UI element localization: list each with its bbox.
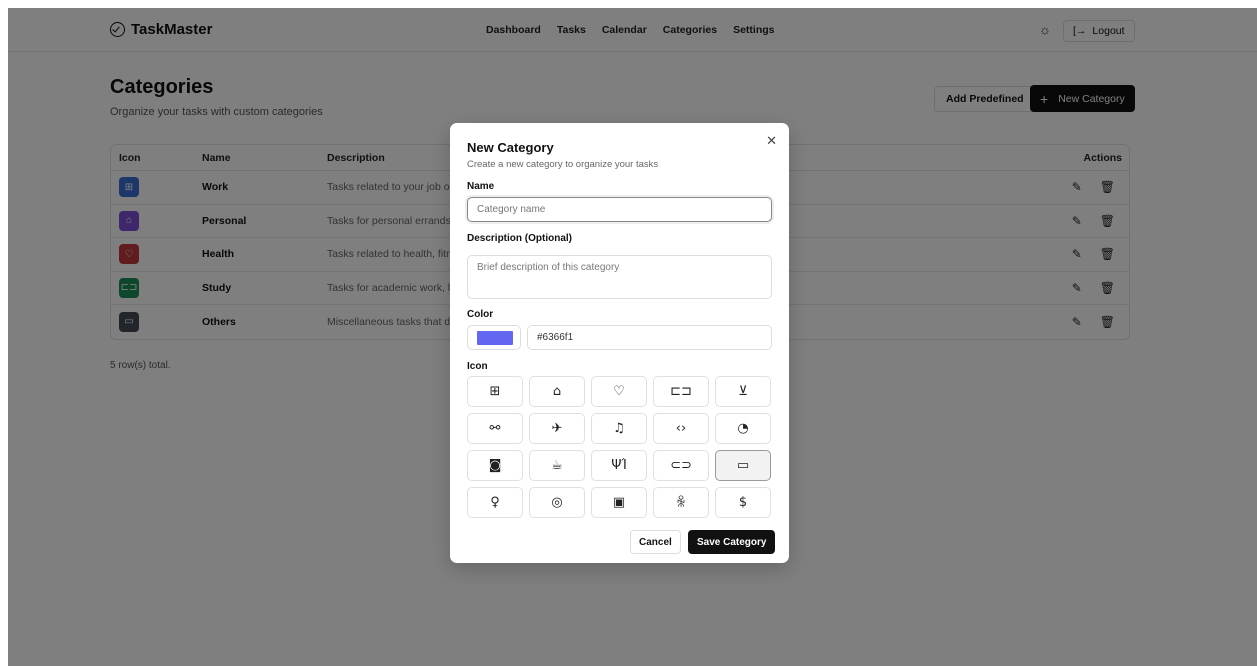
icon-option-lightbulb[interactable]: ♀	[467, 487, 523, 518]
icon-option-coffee[interactable]: ☕	[529, 450, 585, 481]
icon-option-music[interactable]: ♫	[591, 413, 647, 444]
new-category-dialog: ✕ New Category Create a new category to …	[450, 123, 789, 563]
icon-option-folder[interactable]: ▭	[715, 450, 771, 481]
music-icon: ♫	[613, 421, 625, 436]
dialog-title: New Category	[467, 140, 554, 155]
shopping-cart-icon: ⊻	[738, 384, 748, 399]
color-hex-input[interactable]	[527, 325, 772, 350]
house-icon: ⌂	[552, 384, 562, 399]
heart-icon: ♡	[613, 384, 625, 399]
color-swatch-fill	[477, 331, 513, 345]
palette-icon: ◔	[737, 421, 749, 436]
color-picker[interactable]	[467, 325, 521, 350]
utensils-icon: ΨΊ	[611, 458, 627, 473]
target-icon: ◎	[551, 495, 563, 510]
dumbbell-icon: ⚯	[489, 421, 501, 436]
icon-picker-grid: ⊞ ⌂ ♡ ⊏⊐ ⊻ ⚯ ✈ ♫ ‹› ◔ ◙ ☕ ΨΊ ⊂⊃ ▭ ♀ ◎ ▣ ꆜ $	[467, 376, 772, 518]
icon-option-palette[interactable]: ◔	[715, 413, 771, 444]
plane-icon: ✈	[551, 421, 563, 436]
icon-option-shopping-cart[interactable]: ⊻	[715, 376, 771, 407]
description-label: Description (Optional)	[467, 233, 572, 244]
calendar-icon: ▣	[612, 495, 626, 510]
camera-icon: ◙	[488, 458, 502, 473]
icon-option-target[interactable]: ◎	[529, 487, 585, 518]
icon-option-briefcase[interactable]: ⊞	[467, 376, 523, 407]
lightbulb-icon: ♀	[490, 495, 500, 510]
car-icon: ⊂⊃	[670, 458, 692, 473]
book-open-icon: ⊏⊐	[670, 384, 692, 399]
briefcase-icon: ⊞	[489, 384, 501, 399]
icon-option-house[interactable]: ⌂	[529, 376, 585, 407]
icon-option-plane[interactable]: ✈	[529, 413, 585, 444]
icon-option-dumbbell[interactable]: ⚯	[467, 413, 523, 444]
icon-option-code[interactable]: ‹›	[653, 413, 709, 444]
coffee-icon: ☕	[551, 458, 563, 473]
icon-option-dollar[interactable]: $	[715, 487, 771, 518]
category-description-input[interactable]	[467, 255, 772, 299]
icon-option-car[interactable]: ⊂⊃	[653, 450, 709, 481]
code-icon: ‹›	[675, 421, 687, 436]
icon-option-heart[interactable]: ♡	[591, 376, 647, 407]
icon-label: Icon	[467, 361, 488, 372]
close-icon[interactable]: ✕	[766, 133, 777, 149]
dollar-icon: $	[738, 495, 748, 510]
app-window: TaskMaster Dashboard Tasks Calendar Cate…	[8, 8, 1257, 666]
category-name-input[interactable]	[467, 197, 772, 222]
icon-option-book-open[interactable]: ⊏⊐	[653, 376, 709, 407]
icon-option-camera[interactable]: ◙	[467, 450, 523, 481]
users-icon: ꆜ	[675, 496, 687, 511]
color-label: Color	[467, 309, 494, 320]
icon-option-utensils[interactable]: ΨΊ	[591, 450, 647, 481]
dialog-description: Create a new category to organize your t…	[467, 159, 659, 170]
icon-option-users[interactable]: ꆜ	[653, 487, 709, 518]
folder-icon: ▭	[736, 458, 750, 473]
save-category-button[interactable]: Save Category	[688, 530, 776, 554]
cancel-button[interactable]: Cancel	[630, 530, 681, 554]
icon-option-calendar[interactable]: ▣	[591, 487, 647, 518]
name-label: Name	[467, 181, 495, 192]
